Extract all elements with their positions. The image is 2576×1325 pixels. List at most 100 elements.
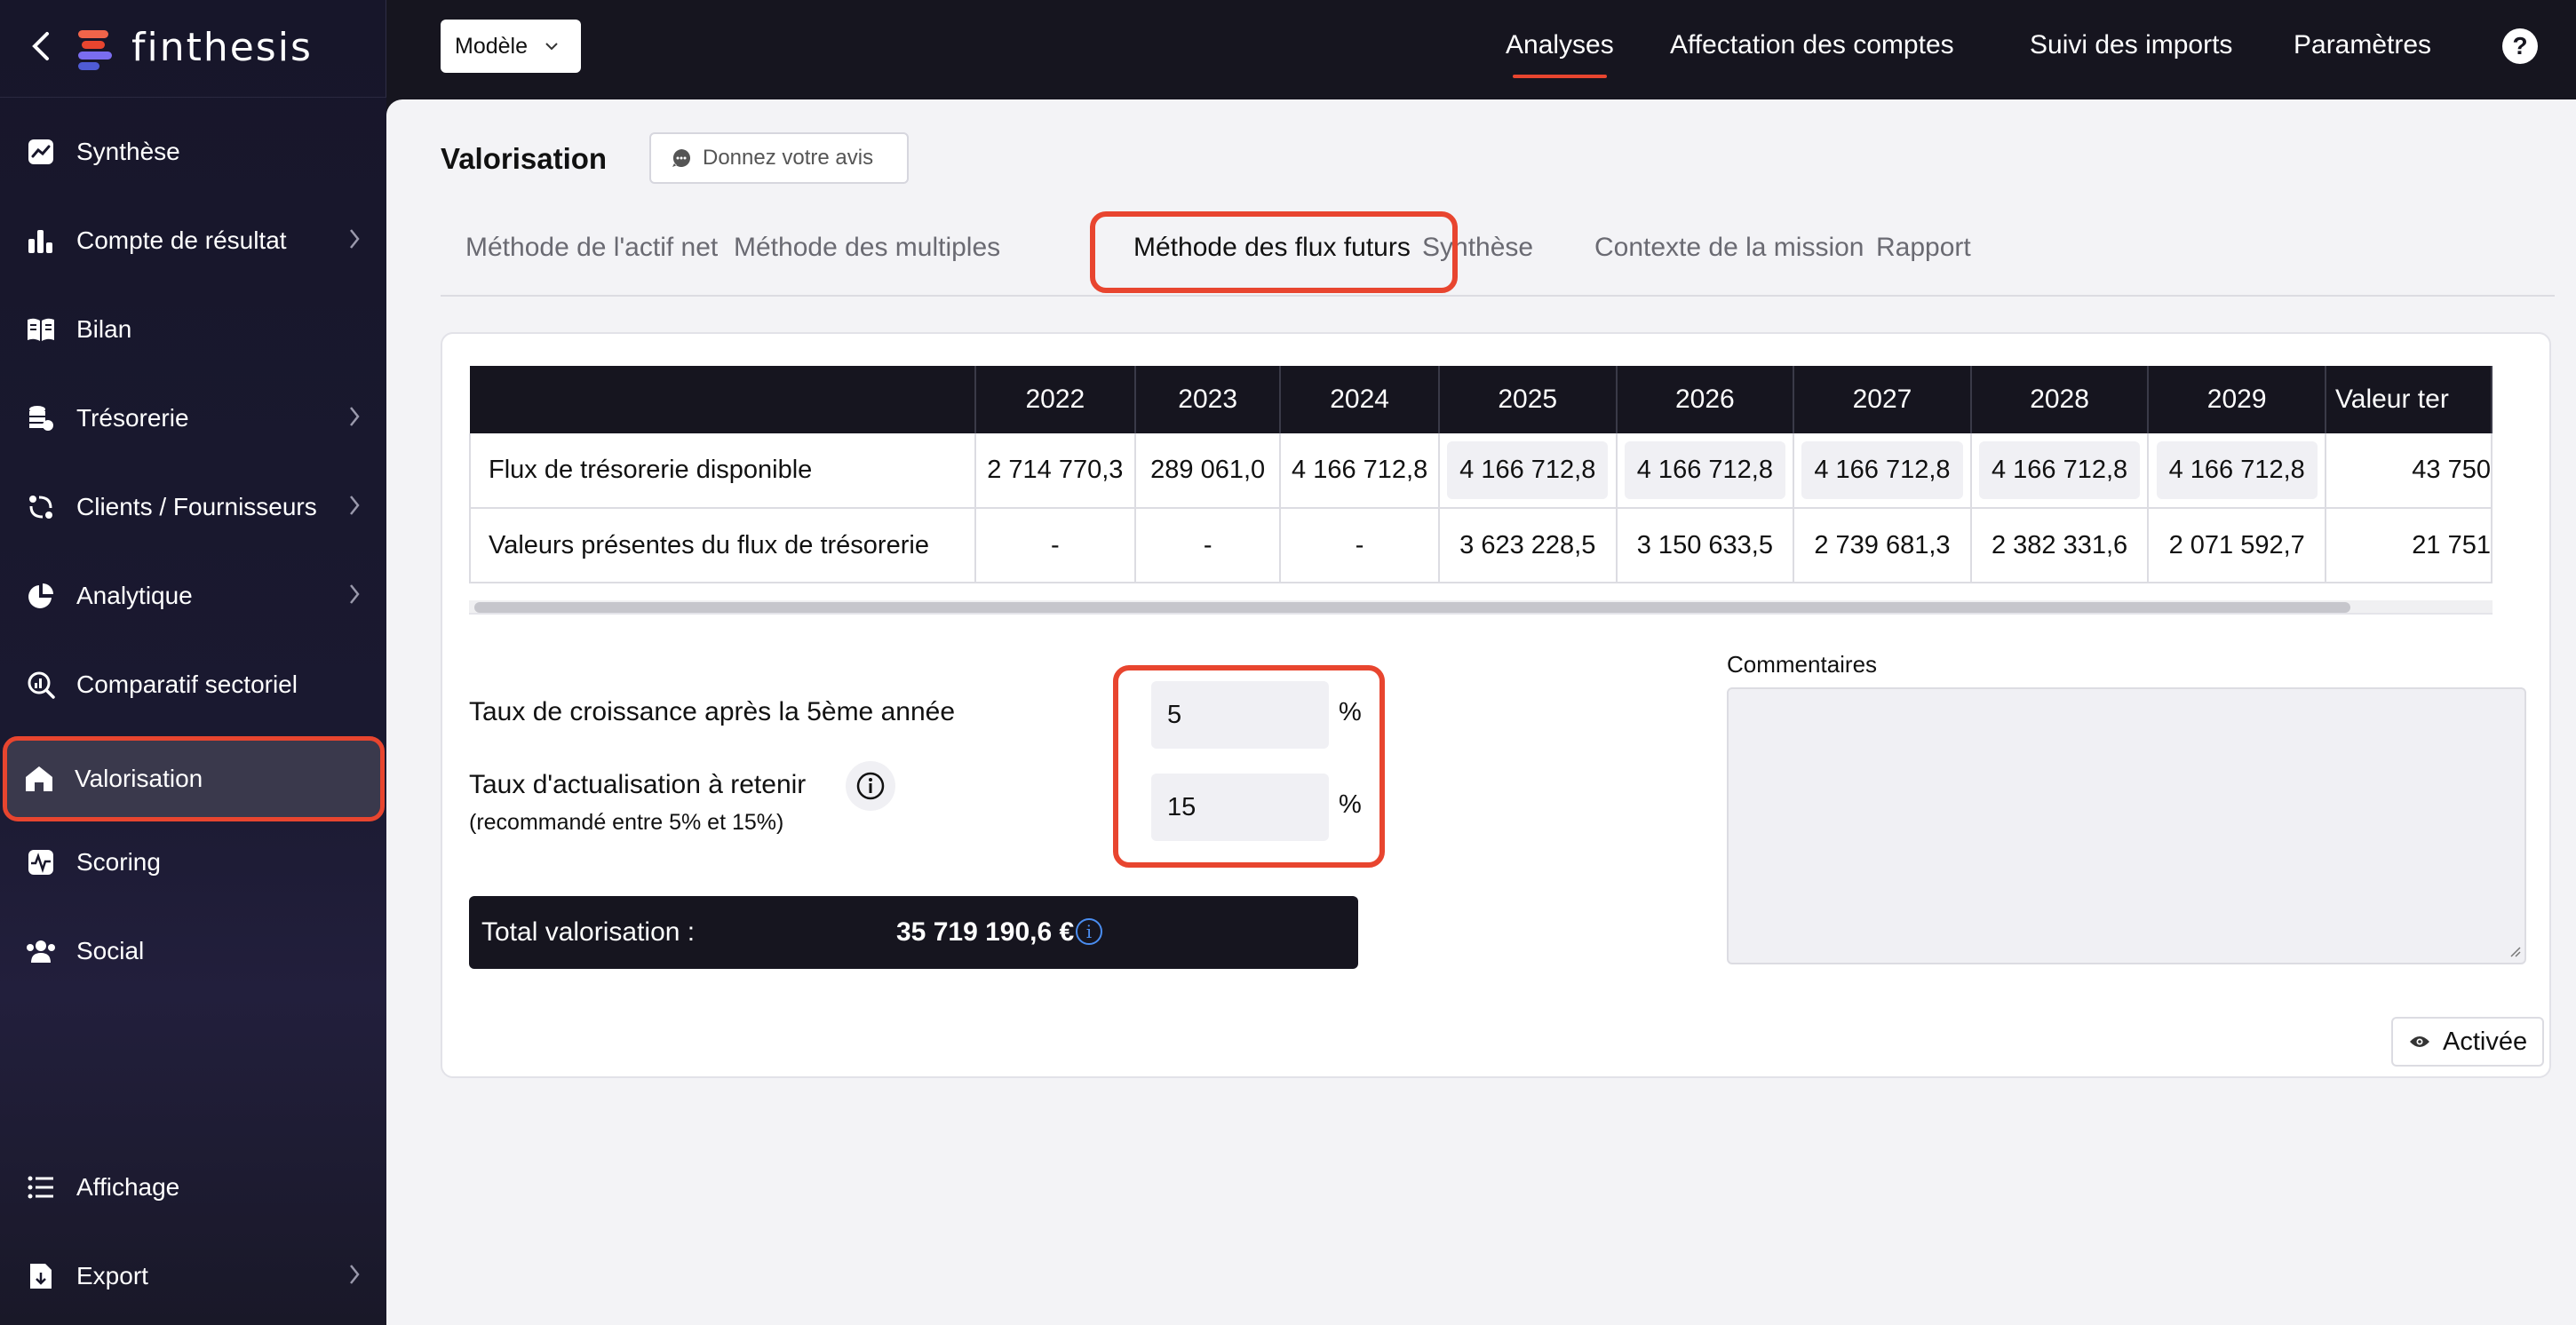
table-cell: -	[1280, 508, 1440, 583]
bar-chart-icon	[25, 225, 57, 257]
topnav-suivi-des-imports[interactable]: Suivi des imports	[2030, 30, 2232, 60]
row-label: Valeurs présentes du flux de trésorerie	[469, 508, 976, 583]
table-cell-editable[interactable]: 4 166 712,8	[1438, 433, 1618, 509]
row-label: Flux de trésorerie disponible	[469, 433, 976, 509]
sidebar-item-compte-de-resultat[interactable]: Compte de résultat	[9, 206, 380, 275]
table-cell: 289 061,0	[1135, 433, 1282, 509]
table-header-cell: 2027	[1793, 366, 1972, 433]
list-icon	[25, 1171, 57, 1203]
total-info-icon[interactable]: i	[1076, 918, 1102, 945]
table-cell: -	[974, 508, 1137, 583]
table-cell: 4 166 712,8	[1280, 433, 1440, 509]
pie-chart-icon	[25, 580, 57, 612]
home-icon	[23, 763, 55, 795]
sidebar-item-affichage[interactable]: Affichage	[9, 1153, 380, 1222]
growth-rate-label: Taux de croissance après la 5ème année	[469, 697, 956, 726]
tab-multiples[interactable]: Méthode des multiples	[734, 233, 1000, 263]
chevron-right-icon	[350, 584, 360, 604]
model-select[interactable]: Modèle	[441, 20, 581, 73]
table-horizontal-scrollbar[interactable]	[469, 600, 2493, 615]
table-header-cell: Valeur ter	[2325, 366, 2493, 433]
editable-value[interactable]: 4 166 712,8	[1978, 441, 2141, 499]
sidebar-item-scoring[interactable]: Scoring	[9, 828, 380, 897]
total-valuation-value: 35 719 190,6 €	[896, 917, 1075, 947]
comments-textarea[interactable]	[1727, 687, 2526, 964]
users-icon	[25, 935, 57, 967]
topnav-affectation-des-comptes[interactable]: Affectation des comptes	[1670, 30, 1954, 60]
table-cell-editable[interactable]: 4 166 712,8	[2148, 433, 2326, 509]
sidebar-item-label: Scoring	[76, 848, 161, 876]
table-cell-editable[interactable]: 4 166 712,8	[1970, 433, 2150, 509]
comments-label: Commentaires	[1727, 651, 1878, 678]
editable-value[interactable]: 4 166 712,8	[1801, 441, 1963, 499]
sidebar: finthesis Synthèse Compte de résultat Bi…	[0, 0, 386, 1325]
scrollbar-thumb[interactable]	[474, 602, 2350, 613]
help-button[interactable]: ?	[2502, 28, 2538, 64]
sidebar-item-label: Bilan	[76, 315, 132, 343]
book-icon	[25, 313, 57, 345]
sidebar-item-label: Social	[76, 937, 145, 964]
table-cell-editable[interactable]: 4 166 712,8	[1793, 433, 1972, 509]
table-cell: 2 714 770,3	[974, 433, 1137, 509]
sidebar-item-tresorerie[interactable]: Trésorerie	[9, 384, 380, 453]
cashflow-table: 2022 2023 2024 2025 2026 2027 2028 2029 …	[469, 366, 2493, 583]
sidebar-header: finthesis	[0, 0, 386, 98]
pulse-icon	[25, 846, 57, 878]
table-header-cell: 2026	[1616, 366, 1795, 433]
info-icon	[856, 772, 885, 800]
table-cell: 3 623 228,5	[1438, 508, 1618, 583]
activated-toggle-button[interactable]: Activée	[2391, 1017, 2544, 1067]
tab-rapport[interactable]: Rapport	[1876, 233, 1971, 263]
tab-contexte-mission[interactable]: Contexte de la mission	[1594, 233, 1864, 263]
sidebar-item-label: Analytique	[76, 582, 193, 609]
editable-value[interactable]: 4 166 712,8	[2156, 441, 2318, 499]
resize-handle-icon[interactable]	[2508, 945, 2521, 957]
feedback-button[interactable]: Donnez votre avis	[649, 132, 909, 184]
sidebar-item-label: Compte de résultat	[76, 226, 287, 254]
chevron-right-icon	[350, 496, 360, 515]
model-select-value: Modèle	[455, 33, 528, 59]
export-icon	[25, 1260, 57, 1292]
discount-info-button[interactable]	[846, 761, 895, 811]
help-icon: ?	[2512, 32, 2528, 60]
sidebar-item-comparatif-sectoriel[interactable]: Comparatif sectoriel	[9, 650, 380, 719]
tab-actif-net[interactable]: Méthode de l'actif net	[465, 233, 718, 263]
coins-icon	[25, 402, 57, 434]
logo-icon	[78, 28, 115, 70]
back-button[interactable]	[23, 27, 59, 66]
page-title: Valorisation	[441, 142, 608, 175]
sidebar-item-label: Valorisation	[75, 765, 203, 792]
topnav-analyses[interactable]: Analyses	[1506, 30, 1614, 78]
total-valuation-label: Total valorisation :	[481, 917, 696, 947]
method-tabs: Méthode de l'actif net Méthode des multi…	[441, 215, 2555, 297]
sidebar-item-valorisation[interactable]: Valorisation	[3, 736, 385, 821]
sidebar-item-clients-fournisseurs[interactable]: Clients / Fournisseurs	[9, 472, 380, 542]
editable-value[interactable]: 4 166 712,8	[1624, 441, 1785, 499]
table-header-row: 2022 2023 2024 2025 2026 2027 2028 2029 …	[470, 366, 2493, 433]
topnav-parametres[interactable]: Paramètres	[2294, 30, 2431, 60]
sidebar-item-bilan[interactable]: Bilan	[9, 295, 380, 364]
sidebar-item-export[interactable]: Export	[9, 1242, 380, 1311]
table-cell: 2 071 592,7	[2148, 508, 2326, 583]
sidebar-item-label: Affichage	[76, 1173, 180, 1201]
app-logo[interactable]: finthesis	[78, 25, 313, 70]
table-cell: 43 750	[2325, 433, 2493, 509]
total-valuation-bar: Total valorisation : 35 719 190,6 € i	[469, 896, 1358, 969]
cashflow-table-container: 2022 2023 2024 2025 2026 2027 2028 2029 …	[469, 366, 2493, 597]
table-header-cell: 2029	[2148, 366, 2326, 433]
search-chart-icon	[25, 669, 57, 701]
table-cell-editable[interactable]: 4 166 712,8	[1616, 433, 1795, 509]
exchange-icon	[25, 491, 57, 523]
table-header-cell: 2022	[974, 366, 1137, 433]
sidebar-item-synthese[interactable]: Synthèse	[9, 117, 380, 186]
eye-icon	[2410, 1036, 2429, 1047]
sidebar-item-analytique[interactable]: Analytique	[9, 561, 380, 631]
table-header-cell	[470, 366, 976, 433]
feedback-button-label: Donnez votre avis	[703, 146, 874, 170]
editable-value[interactable]: 4 166 712,8	[1447, 441, 1609, 499]
sidebar-item-label: Trésorerie	[76, 404, 189, 432]
discount-rate-note: (recommandé entre 5% et 15%)	[469, 810, 784, 835]
sidebar-item-label: Clients / Fournisseurs	[76, 493, 317, 520]
sidebar-item-social[interactable]: Social	[9, 916, 380, 986]
table-header-cell: 2028	[1970, 366, 2150, 433]
